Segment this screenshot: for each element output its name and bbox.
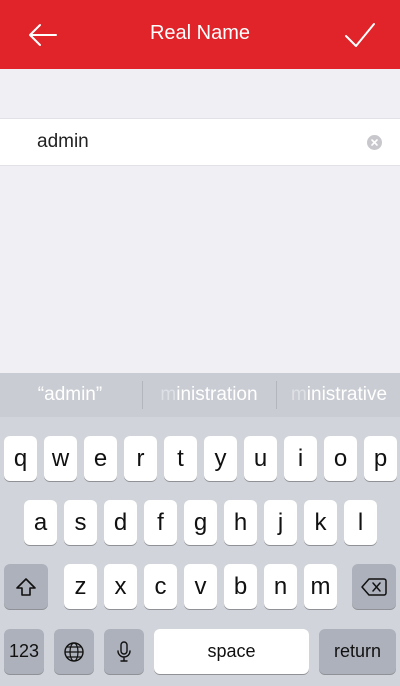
globe-icon (64, 641, 84, 662)
key-l[interactable]: l (344, 500, 377, 545)
key-j[interactable]: j (264, 500, 297, 545)
backspace-icon (361, 577, 387, 596)
key-b[interactable]: b (224, 564, 257, 609)
key-q[interactable]: q (4, 436, 37, 481)
suggestion-item[interactable]: ministration (144, 373, 274, 417)
clear-circle-icon (371, 139, 378, 146)
key-p[interactable]: p (364, 436, 397, 481)
key-m[interactable]: m (304, 564, 337, 609)
key-k[interactable]: k (304, 500, 337, 545)
key-e[interactable]: e (84, 436, 117, 481)
space-key[interactable]: space (154, 629, 309, 674)
key-f[interactable]: f (144, 500, 177, 545)
key-n[interactable]: n (264, 564, 297, 609)
key-r[interactable]: r (124, 436, 157, 481)
delete-key[interactable] (352, 564, 396, 609)
globe-key[interactable] (54, 629, 94, 674)
checkmark-icon (345, 23, 375, 47)
key-t[interactable]: t (164, 436, 197, 481)
suggestion-divider (142, 381, 143, 409)
confirm-button[interactable] (340, 18, 380, 52)
key-x[interactable]: x (104, 564, 137, 609)
nav-bar: Real Name (0, 0, 400, 69)
key-d[interactable]: d (104, 500, 137, 545)
return-key[interactable]: return (319, 629, 396, 674)
key-g[interactable]: g (184, 500, 217, 545)
suggestion-item[interactable]: “admin” (0, 373, 140, 417)
key-z[interactable]: z (64, 564, 97, 609)
clear-text-button[interactable] (367, 135, 382, 150)
suggestion-item[interactable]: ministrative (278, 373, 400, 417)
key-w[interactable]: w (44, 436, 77, 481)
real-name-input[interactable] (37, 119, 347, 165)
key-o[interactable]: o (324, 436, 357, 481)
key-a[interactable]: a (24, 500, 57, 545)
key-v[interactable]: v (184, 564, 217, 609)
key-u[interactable]: u (244, 436, 277, 481)
shift-key[interactable] (4, 564, 48, 609)
suggestion-bar: “admin” ministration ministrative (0, 373, 400, 417)
numbers-key[interactable]: 123 (4, 629, 44, 674)
key-y[interactable]: y (204, 436, 237, 481)
microphone-icon (117, 640, 131, 662)
real-name-field-row (0, 118, 400, 166)
key-c[interactable]: c (144, 564, 177, 609)
suggestion-divider (276, 381, 277, 409)
key-s[interactable]: s (64, 500, 97, 545)
key-i[interactable]: i (284, 436, 317, 481)
key-h[interactable]: h (224, 500, 257, 545)
dictation-key[interactable] (104, 629, 144, 674)
keyboard: “admin” ministration ministrative q w e … (0, 373, 400, 686)
shift-icon (16, 577, 36, 596)
